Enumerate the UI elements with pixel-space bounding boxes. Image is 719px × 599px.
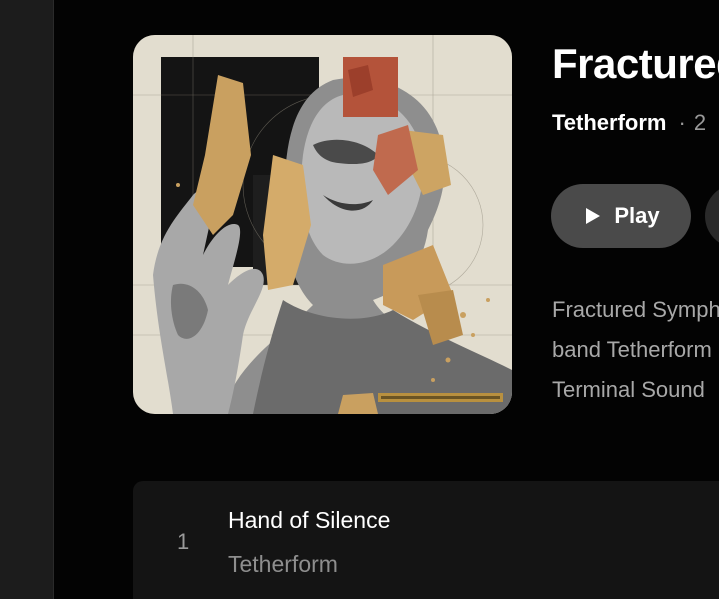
- album-page: Fractured Symphony Tetherform · 2 Play Fra…: [54, 0, 719, 599]
- description-line: Terminal Sound: [552, 377, 705, 402]
- album-description: Fractured Symphony band Tetherform Termi…: [552, 290, 719, 410]
- track-list: 1 Hand of Silence Tetherform: [133, 481, 719, 599]
- track-row[interactable]: 1 Hand of Silence Tetherform: [133, 481, 719, 599]
- album-year: 2: [693, 110, 707, 135]
- track-number: 1: [177, 529, 190, 554]
- play-button[interactable]: Play: [551, 184, 691, 248]
- album-title: Fractured Symphony: [552, 40, 719, 87]
- meta-separator: ·: [678, 110, 686, 135]
- album-meta: Tetherform · 2: [552, 108, 706, 138]
- sidebar: [0, 0, 54, 599]
- music-app: Fractured Symphony Tetherform · 2 Play Fra…: [0, 0, 719, 599]
- track-artist[interactable]: Tetherform: [228, 551, 338, 578]
- description-line: band Tetherform: [552, 337, 712, 362]
- secondary-action-button[interactable]: [705, 184, 719, 248]
- track-title: Hand of Silence: [228, 507, 391, 533]
- album-cover-art: [133, 35, 512, 414]
- artist-link[interactable]: Tetherform: [552, 110, 667, 135]
- play-label: Play: [614, 203, 660, 228]
- description-line: Fractured Symphony: [552, 297, 719, 322]
- play-icon: [586, 208, 601, 224]
